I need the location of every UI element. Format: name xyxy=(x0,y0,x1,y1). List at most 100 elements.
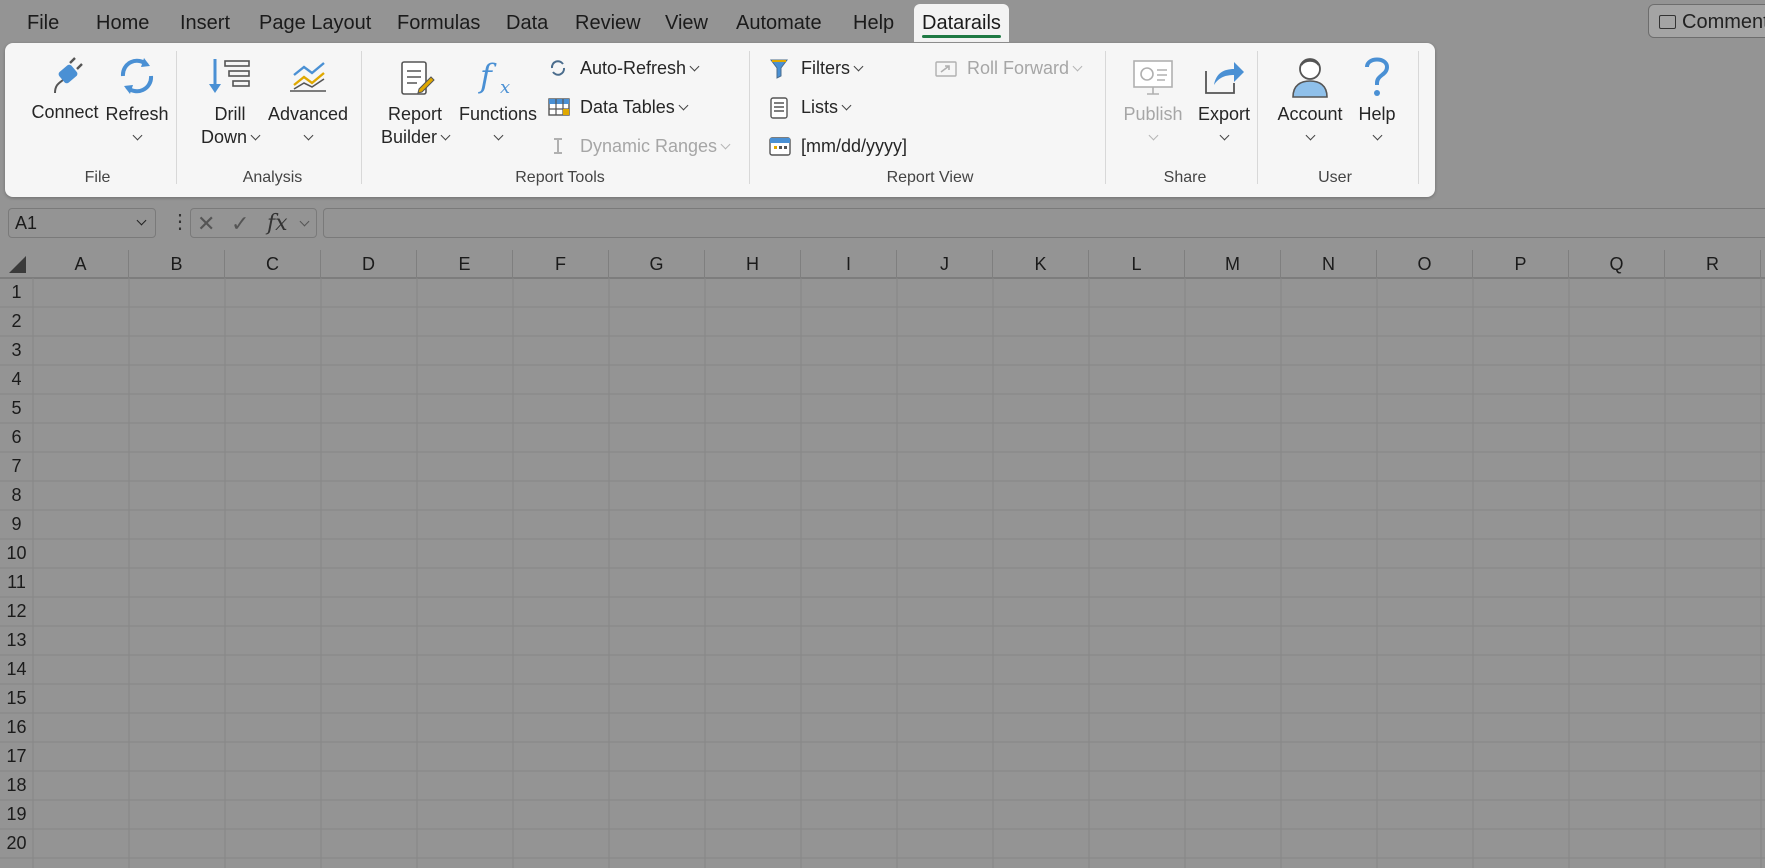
row-header-2[interactable]: 2 xyxy=(0,307,33,336)
comments-label: Comments xyxy=(1682,11,1765,33)
column-header-k[interactable]: K xyxy=(993,250,1089,278)
dynamic-ranges-label: Dynamic Ranges xyxy=(580,136,718,156)
group-label-file: File xyxy=(84,169,111,186)
report-label-1: Report xyxy=(387,104,443,124)
chevron-down-icon xyxy=(493,130,503,141)
date-format-button[interactable]: [mm/dd/yyyy] xyxy=(769,134,939,158)
more-options-icon[interactable]: ⋮ xyxy=(170,209,190,234)
lists-button[interactable]: Lists xyxy=(769,95,889,119)
report-builder-button[interactable]: Report Builder xyxy=(375,59,455,149)
refresh-button[interactable]: Refresh xyxy=(101,53,173,149)
column-header-n[interactable]: N xyxy=(1281,250,1377,278)
auto-refresh-button[interactable]: Auto-Refresh xyxy=(548,56,708,80)
row-header-11[interactable]: 11 xyxy=(0,568,33,597)
tab-home[interactable]: Home xyxy=(96,10,149,36)
roll-forward-button[interactable]: Roll Forward xyxy=(935,56,1095,80)
report-label-2: Builder xyxy=(380,127,438,147)
export-icon xyxy=(1205,62,1244,94)
dynamic-ranges-button[interactable]: Dynamic Ranges xyxy=(548,134,748,158)
group-label-report-view: Report View xyxy=(886,169,974,186)
tab-insert[interactable]: Insert xyxy=(180,10,230,36)
column-header-g[interactable]: G xyxy=(609,250,705,278)
confirm-icon[interactable]: ✓ xyxy=(231,211,249,237)
group-label-report-tools: Report Tools xyxy=(515,169,605,186)
column-header-c[interactable]: C xyxy=(225,250,321,278)
row-header-5[interactable]: 5 xyxy=(0,394,33,423)
filters-label: Filters xyxy=(801,58,850,78)
formula-input[interactable] xyxy=(323,208,1765,238)
column-header-e[interactable]: E xyxy=(417,250,513,278)
column-header-f[interactable]: F xyxy=(513,250,609,278)
column-header-h[interactable]: H xyxy=(705,250,801,278)
connect-button[interactable]: Connect xyxy=(25,53,105,124)
row-header-1[interactable]: 1 xyxy=(0,278,33,307)
sheet-grid[interactable] xyxy=(0,250,1765,868)
roll-forward-label: Roll Forward xyxy=(967,58,1070,78)
chevron-down-icon xyxy=(250,130,261,141)
insert-function-icon[interactable]: fx xyxy=(267,211,288,236)
row-header-14[interactable]: 14 xyxy=(0,655,33,684)
drill-down-icon xyxy=(209,59,250,93)
export-label: Export xyxy=(1197,104,1251,124)
row-header-12[interactable]: 12 xyxy=(0,597,33,626)
tab-datarails[interactable]: Datarails xyxy=(914,4,1009,42)
functions-button[interactable]: f x Functions xyxy=(456,57,540,149)
column-header-d[interactable]: D xyxy=(321,250,417,278)
select-all-corner[interactable] xyxy=(0,250,33,278)
filters-button[interactable]: Filters xyxy=(769,56,889,80)
row-header-10[interactable]: 10 xyxy=(0,539,33,568)
row-header-18[interactable]: 18 xyxy=(0,771,33,800)
row-header-17[interactable]: 17 xyxy=(0,742,33,771)
comments-button[interactable]: Comments xyxy=(1648,4,1765,38)
column-header-r[interactable]: R xyxy=(1665,250,1761,278)
name-box[interactable]: A1 xyxy=(8,208,156,238)
row-header-6[interactable]: 6 xyxy=(0,423,33,452)
row-header-7[interactable]: 7 xyxy=(0,452,33,481)
export-button[interactable]: Export xyxy=(1186,57,1262,149)
chevron-down-icon xyxy=(678,100,689,111)
row-header-8[interactable]: 8 xyxy=(0,481,33,510)
column-header-o[interactable]: O xyxy=(1377,250,1473,278)
tab-view[interactable]: View xyxy=(665,10,708,36)
row-header-13[interactable]: 13 xyxy=(0,626,33,655)
tab-review[interactable]: Review xyxy=(575,10,641,36)
account-button[interactable]: Account xyxy=(1268,53,1352,149)
auto-refresh-icon xyxy=(550,60,566,76)
tab-file[interactable]: File xyxy=(27,10,59,36)
data-tables-button[interactable]: Data Tables xyxy=(548,95,708,119)
row-header-4[interactable]: 4 xyxy=(0,365,33,394)
tab-data[interactable]: Data xyxy=(506,10,548,36)
advanced-button[interactable]: Advanced xyxy=(263,57,353,149)
publish-label: Publish xyxy=(1123,104,1183,124)
tab-formulas[interactable]: Formulas xyxy=(397,10,480,36)
tab-page-layout[interactable]: Page Layout xyxy=(259,10,371,36)
column-header-m[interactable]: M xyxy=(1185,250,1281,278)
cancel-icon[interactable]: ✕ xyxy=(197,211,215,237)
row-header-15[interactable]: 15 xyxy=(0,684,33,713)
column-header-q[interactable]: Q xyxy=(1569,250,1665,278)
row-header-3[interactable]: 3 xyxy=(0,336,33,365)
chevron-down-icon[interactable] xyxy=(136,215,147,226)
column-header-b[interactable]: B xyxy=(129,250,225,278)
group-label-analysis: Analysis xyxy=(242,169,303,186)
row-header-9[interactable]: 9 xyxy=(0,510,33,539)
advanced-chart-icon xyxy=(290,62,326,92)
functions-icon: f x xyxy=(478,57,510,97)
column-header-l[interactable]: L xyxy=(1089,250,1185,278)
chevron-down-icon[interactable] xyxy=(299,216,310,227)
tab-automate[interactable]: Automate xyxy=(736,10,822,36)
column-header-p[interactable]: P xyxy=(1473,250,1569,278)
column-header-i[interactable]: I xyxy=(801,250,897,278)
group-label-user: User xyxy=(1318,169,1352,186)
drill-down-button[interactable]: Drill Down xyxy=(190,57,270,149)
help-button[interactable]: Help xyxy=(1345,53,1409,149)
row-header-20[interactable]: 20 xyxy=(0,829,33,858)
column-header-j[interactable]: J xyxy=(897,250,993,278)
row-header-19[interactable]: 19 xyxy=(0,800,33,829)
functions-label: Functions xyxy=(458,104,538,124)
publish-button[interactable]: Publish xyxy=(1115,57,1191,149)
tab-help[interactable]: Help xyxy=(853,10,894,36)
row-header-16[interactable]: 16 xyxy=(0,713,33,742)
chevron-down-icon xyxy=(1305,130,1315,141)
column-header-a[interactable]: A xyxy=(33,250,129,278)
